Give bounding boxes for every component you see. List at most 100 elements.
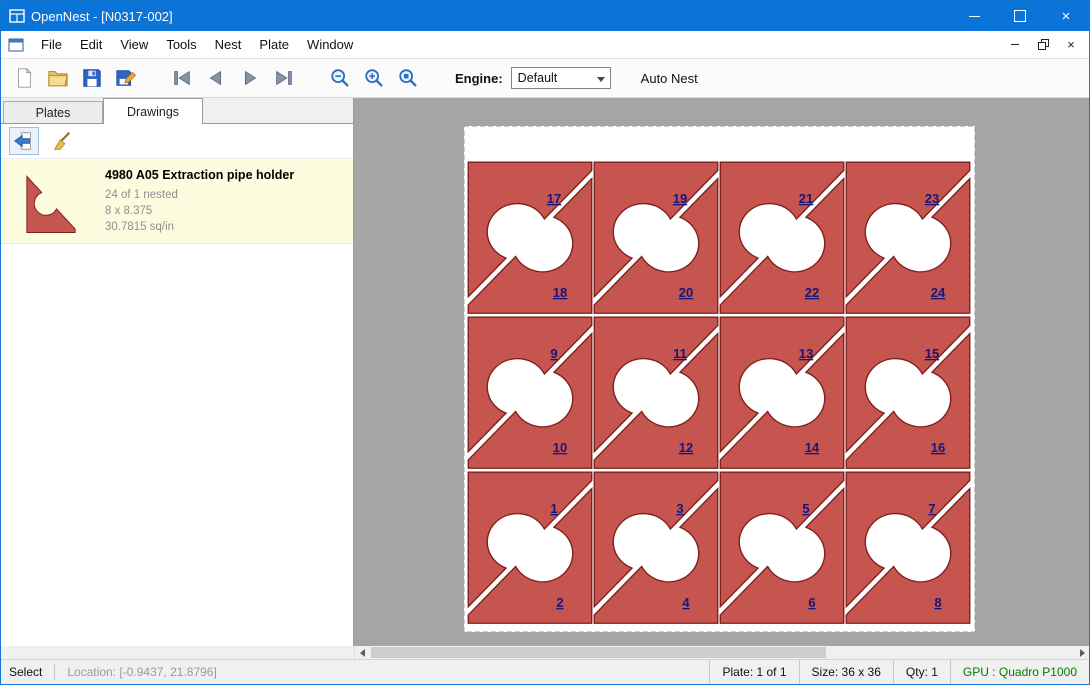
part-number-label: 16 [931, 440, 945, 455]
menu-nest[interactable]: Nest [206, 32, 251, 58]
part-number-label: 24 [931, 285, 946, 300]
tab-plates[interactable]: Plates [3, 101, 103, 124]
mdi-minimize-button[interactable] [1003, 35, 1027, 55]
part-number-label: 15 [925, 346, 939, 361]
minimize-icon [969, 16, 980, 17]
mdi-close-button[interactable]: × [1059, 35, 1083, 55]
maximize-icon [1014, 10, 1026, 22]
part-number-label: 12 [679, 440, 693, 455]
drawing-title: 4980 A05 Extraction pipe holder [105, 168, 294, 182]
mdi-close-icon: × [1067, 37, 1075, 52]
part-number-label: 13 [799, 346, 813, 361]
window-controls: × [951, 1, 1089, 31]
part-number-label: 4 [682, 595, 690, 610]
open-button[interactable] [43, 63, 73, 93]
part-shape [27, 176, 75, 232]
title-bar: OpenNest - [N0317-002] × [1, 1, 1089, 31]
part-number-label: 7 [928, 501, 935, 516]
save-edit-icon [115, 67, 137, 89]
part-number-label: 11 [673, 346, 687, 361]
document-icon [8, 38, 24, 52]
engine-selected-value: Default [518, 71, 558, 85]
previous-plate-button[interactable] [201, 63, 231, 93]
part-number-label: 14 [805, 440, 820, 455]
plate-count: Plate: 1 of 1 [709, 660, 798, 684]
part-number-label: 8 [934, 595, 941, 610]
menu-view[interactable]: View [111, 32, 157, 58]
last-icon [273, 67, 295, 89]
drawing-area: 30.7815 sq/in [105, 219, 294, 235]
drawings-toolbar [1, 124, 353, 159]
zoom-out-icon [329, 67, 351, 89]
new-nest-button[interactable] [9, 63, 39, 93]
minimize-button[interactable] [951, 1, 997, 31]
drawing-info: 4980 A05 Extraction pipe holder 24 of 1 … [105, 168, 294, 235]
scroll-row [1, 646, 1089, 659]
part-number-label: 9 [550, 346, 557, 361]
drawing-size: 8 x 8.375 [105, 203, 294, 219]
save-icon [81, 67, 103, 89]
menu-edit[interactable]: Edit [71, 32, 111, 58]
plate-qty: Qty: 1 [893, 660, 950, 684]
close-button[interactable]: × [1043, 1, 1089, 31]
broom-icon [51, 130, 73, 152]
status-right: Plate: 1 of 1 Size: 36 x 36 Qty: 1 GPU :… [709, 660, 1089, 684]
scroll-right-button[interactable] [1075, 646, 1089, 659]
next-icon [239, 67, 261, 89]
part-number-label: 19 [673, 191, 687, 206]
window-title: OpenNest - [N0317-002] [31, 9, 173, 24]
menu-file[interactable]: File [32, 32, 71, 58]
part-number-label: 18 [553, 285, 567, 300]
zoom-in-icon [363, 67, 385, 89]
drawing-list-item[interactable]: 4980 A05 Extraction pipe holder 24 of 1 … [1, 159, 353, 244]
new-file-icon [13, 67, 35, 89]
open-folder-icon [47, 67, 69, 89]
save-as-button[interactable] [111, 63, 141, 93]
gpu-indicator: GPU : Quadro P1000 [950, 660, 1089, 684]
last-plate-button[interactable] [269, 63, 299, 93]
part-number-label: 20 [679, 285, 693, 300]
part-number-label: 2 [556, 595, 563, 610]
nest-canvas[interactable]: 171819202122232491011121314151612345678 [354, 98, 1089, 646]
horizontal-scrollbar[interactable] [355, 646, 1089, 659]
scroll-left-button[interactable] [355, 646, 369, 659]
tab-drawings[interactable]: Drawings [103, 98, 203, 124]
auto-nest-button[interactable]: Auto Nest [633, 67, 706, 90]
part-number-label: 6 [808, 595, 815, 610]
mdi-restore-button[interactable] [1031, 35, 1055, 55]
plate-size: Size: 36 x 36 [799, 660, 893, 684]
first-plate-button[interactable] [167, 63, 197, 93]
clear-drawings-button[interactable] [47, 127, 77, 155]
part-number-label: 10 [553, 440, 567, 455]
app-window: OpenNest - [N0317-002] × File Edit View … [0, 0, 1090, 685]
save-button[interactable] [77, 63, 107, 93]
menu-plate[interactable]: Plate [250, 32, 298, 58]
zoom-fit-icon [397, 67, 419, 89]
cursor-location: Location: [-0.9437, 21.8796] [55, 665, 228, 679]
plate-sheet: 171819202122232491011121314151612345678 [463, 125, 976, 633]
scroll-left-icon [360, 649, 365, 657]
drawing-nested-count: 24 of 1 nested [105, 187, 294, 203]
next-plate-button[interactable] [235, 63, 265, 93]
previous-icon [205, 67, 227, 89]
zoom-fit-button[interactable] [393, 63, 423, 93]
drawing-thumbnail [11, 168, 91, 234]
menu-window[interactable]: Window [298, 32, 362, 58]
engine-select[interactable]: Default [511, 67, 611, 89]
app-icon [9, 8, 25, 24]
maximize-button[interactable] [997, 1, 1043, 31]
drawings-panel: 4980 A05 Extraction pipe holder 24 of 1 … [1, 123, 353, 646]
part-number-label: 23 [925, 191, 939, 206]
zoom-out-button[interactable] [325, 63, 355, 93]
status-bar: Select Location: [-0.9437, 21.8796] Plat… [1, 659, 1089, 684]
part-number-label: 22 [805, 285, 819, 300]
left-panel: Plates Drawings [1, 98, 354, 646]
engine-label: Engine: [455, 71, 503, 86]
add-drawing-button[interactable] [9, 127, 39, 155]
main-area: Plates Drawings [1, 98, 1089, 646]
zoom-in-button[interactable] [359, 63, 389, 93]
part-number-label: 5 [802, 501, 809, 516]
scrollbar-thumb[interactable] [371, 647, 826, 658]
menu-tools[interactable]: Tools [157, 32, 205, 58]
first-icon [171, 67, 193, 89]
